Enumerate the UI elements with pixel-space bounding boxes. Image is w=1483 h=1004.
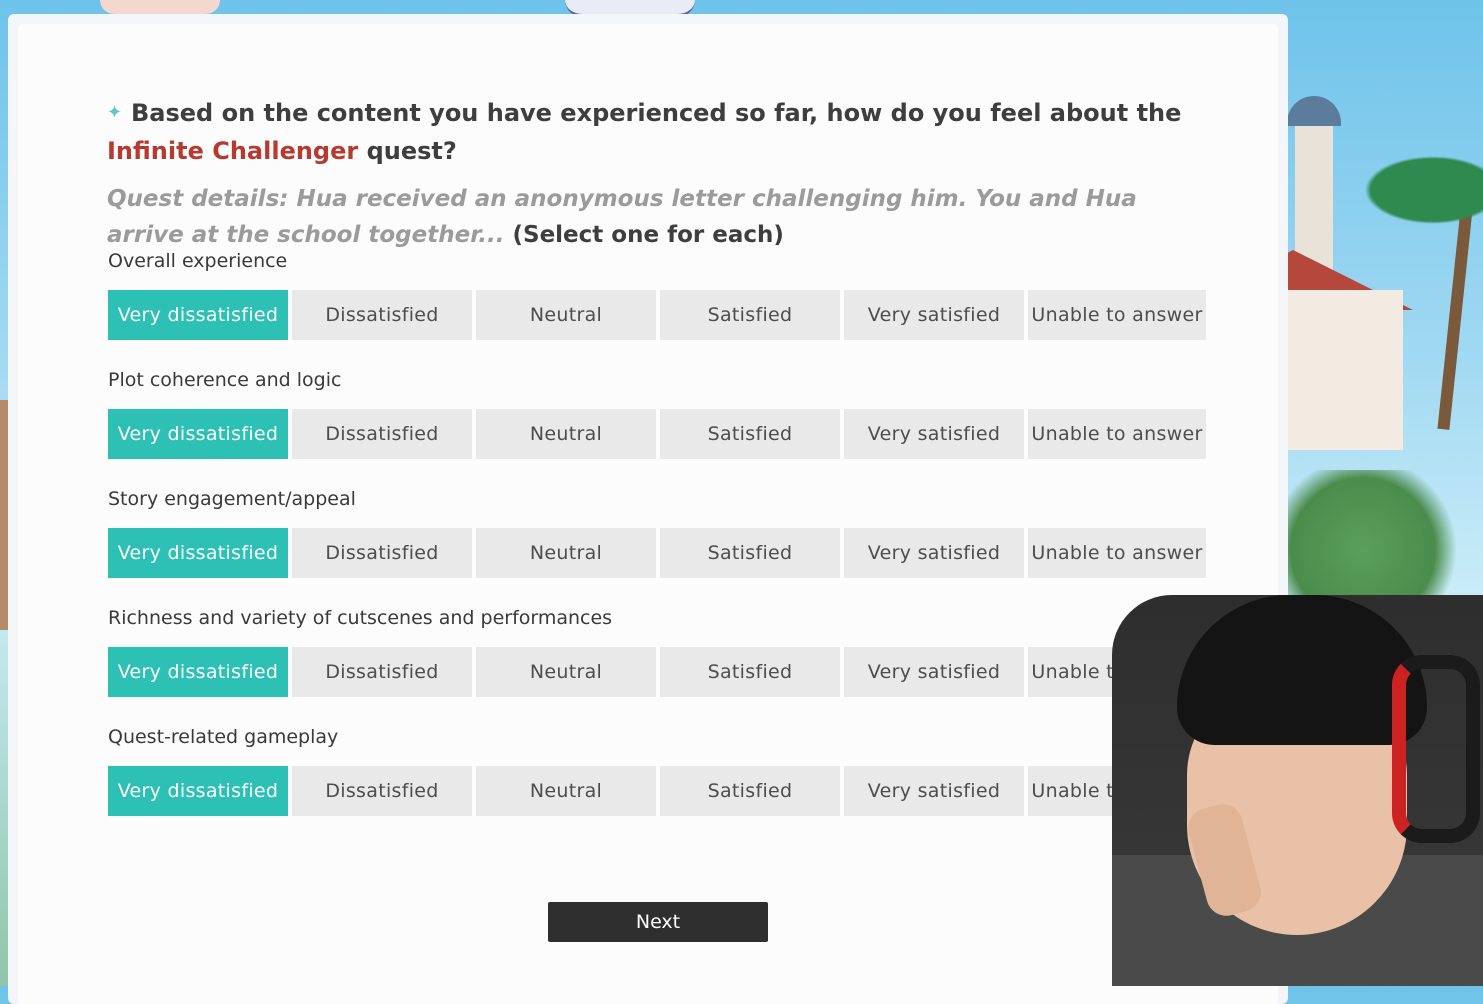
option-dissatisfied-button[interactable]: Dissatisfied (292, 409, 472, 459)
question-suffix: quest? (358, 137, 457, 165)
select-instruction: (Select one for each) (512, 222, 784, 248)
option-very-satisfied-button[interactable]: Very satisfied (844, 290, 1024, 340)
option-unable-to-answer-button[interactable]: Unable to answer (1028, 409, 1206, 459)
option-group: Very dissatisfied Dissatisfied Neutral Sati… (108, 766, 1206, 816)
option-unable-to-answer-button[interactable]: Unable to answer (1028, 528, 1206, 578)
option-satisfied-button[interactable]: Satisfied (660, 290, 840, 340)
question-prefix: Based on the content you have experience… (131, 99, 1182, 127)
option-unable-to-answer-button[interactable]: Unable to answer (1028, 290, 1206, 340)
option-neutral-button[interactable]: Neutral (476, 409, 656, 459)
option-satisfied-button[interactable]: Satisfied (660, 647, 840, 697)
option-neutral-button[interactable]: Neutral (476, 528, 656, 578)
option-group: Very dissatisfied Dissatisfied Neutral Sati… (108, 290, 1206, 340)
question-text: ✦ Based on the content you have experienc… (107, 94, 1187, 170)
background-decoration (100, 0, 220, 14)
option-satisfied-button[interactable]: Satisfied (660, 409, 840, 459)
next-button[interactable]: Next (548, 902, 768, 942)
sparkle-icon: ✦ (107, 102, 123, 123)
option-dissatisfied-button[interactable]: Dissatisfied (292, 766, 472, 816)
option-neutral-button[interactable]: Neutral (476, 647, 656, 697)
option-group: Very dissatisfied Dissatisfied Neutral Sati… (108, 647, 1206, 697)
quest-name: Infinite Challenger (107, 137, 359, 165)
option-very-dissatisfied-button[interactable]: Very dissatisfied (108, 528, 288, 578)
option-very-satisfied-button[interactable]: Very satisfied (844, 766, 1024, 816)
option-very-dissatisfied-button[interactable]: Very dissatisfied (108, 290, 288, 340)
option-neutral-button[interactable]: Neutral (476, 766, 656, 816)
survey-content: ✦ Based on the content you have experienc… (18, 24, 1278, 1004)
option-dissatisfied-button[interactable]: Dissatisfied (292, 647, 472, 697)
background-palm-leaves (1353, 150, 1483, 230)
option-very-dissatisfied-button[interactable]: Very dissatisfied (108, 766, 288, 816)
option-dissatisfied-button[interactable]: Dissatisfied (292, 528, 472, 578)
row-label-story-engagement-appeal: Story engagement/appeal (108, 488, 356, 510)
survey-panel: ✦ Based on the content you have experienc… (8, 14, 1288, 1004)
webcam-hair (1177, 595, 1427, 745)
option-dissatisfied-button[interactable]: Dissatisfied (292, 290, 472, 340)
option-very-satisfied-button[interactable]: Very satisfied (844, 409, 1024, 459)
option-very-dissatisfied-button[interactable]: Very dissatisfied (108, 647, 288, 697)
option-very-dissatisfied-button[interactable]: Very dissatisfied (108, 409, 288, 459)
option-very-satisfied-button[interactable]: Very satisfied (844, 647, 1024, 697)
quest-details: Quest details: Hua received an anonymous… (107, 181, 1197, 253)
option-very-satisfied-button[interactable]: Very satisfied (844, 528, 1024, 578)
row-label-quest-related-gameplay: Quest-related gameplay (108, 726, 339, 748)
option-neutral-button[interactable]: Neutral (476, 290, 656, 340)
option-group: Very dissatisfied Dissatisfied Neutral Sati… (108, 528, 1206, 578)
headset (1392, 655, 1480, 843)
row-label-plot-coherence-and-logic: Plot coherence and logic (108, 369, 342, 391)
row-label-richness-and-variety-of-cutscenes-and-performances: Richness and variety of cutscenes and pe… (108, 607, 613, 629)
option-satisfied-button[interactable]: Satisfied (660, 766, 840, 816)
webcam-overlay (1112, 595, 1483, 986)
option-group: Very dissatisfied Dissatisfied Neutral Sati… (108, 409, 1206, 459)
row-label-overall-experience: Overall experience (108, 250, 288, 272)
option-satisfied-button[interactable]: Satisfied (660, 528, 840, 578)
